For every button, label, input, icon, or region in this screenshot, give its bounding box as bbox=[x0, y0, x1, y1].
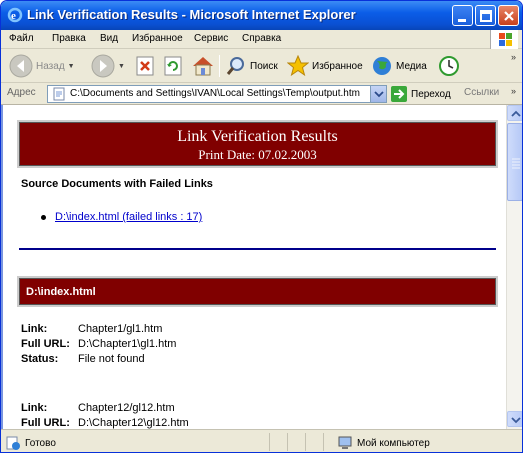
media-label: Медиа bbox=[396, 60, 427, 72]
security-zone: Мой компьютер bbox=[337, 435, 430, 451]
favorites-star-icon bbox=[287, 55, 309, 77]
address-input[interactable]: C:\Documents and Settings\IVAN\Local Set… bbox=[47, 85, 387, 103]
ie-logo-icon: e bbox=[7, 7, 23, 23]
refresh-icon bbox=[164, 56, 182, 76]
entry-value: D:\Chapter12\gl12.htm bbox=[78, 417, 189, 429]
forward-button[interactable]: ▼ bbox=[91, 53, 125, 79]
home-button[interactable] bbox=[191, 53, 215, 79]
entry-value: Chapter1/gl1.htm bbox=[78, 323, 163, 335]
entry-status-row: Status: File not found bbox=[21, 353, 145, 365]
entry-url-row: Full URL: D:\Chapter12\gl12.htm bbox=[21, 417, 189, 429]
media-button[interactable]: Медиа bbox=[371, 53, 427, 79]
page-viewport: Link Verification Results Print Date: 07… bbox=[1, 105, 506, 429]
entry-key: Link: bbox=[21, 323, 48, 335]
forward-arrow-icon bbox=[91, 54, 115, 78]
scroll-up-button[interactable] bbox=[507, 105, 522, 121]
title-bar[interactable]: e Link Verification Results - Microsoft … bbox=[1, 1, 522, 30]
entry-link-row: Link: Chapter1/gl1.htm bbox=[21, 323, 162, 335]
address-value: C:\Documents and Settings\IVAN\Local Set… bbox=[70, 88, 360, 99]
search-icon bbox=[226, 57, 244, 75]
scroll-thumb[interactable] bbox=[507, 123, 522, 201]
refresh-button[interactable] bbox=[162, 53, 184, 79]
history-button[interactable] bbox=[438, 53, 460, 79]
entry-link-row: Link: Chapter12/gl12.htm bbox=[21, 402, 175, 414]
file-banner: D:\index.html bbox=[17, 276, 498, 307]
menu-view[interactable]: Вид bbox=[100, 33, 118, 44]
failed-doc-link[interactable]: D:\index.html (failed links : 17) bbox=[55, 211, 202, 223]
toolbar-chevron-icon[interactable]: » bbox=[511, 52, 516, 62]
back-label: Назад bbox=[36, 60, 65, 72]
go-label: Переход bbox=[411, 88, 451, 100]
forward-dropdown-icon[interactable]: ▼ bbox=[118, 63, 125, 70]
chevron-down-icon bbox=[511, 417, 521, 424]
media-globe-icon bbox=[373, 57, 391, 75]
section-divider bbox=[19, 248, 496, 250]
browser-window: e Link Verification Results - Microsoft … bbox=[0, 0, 523, 453]
entry-value: Chapter12/gl12.htm bbox=[78, 402, 175, 414]
failed-doc-list-item: D:\index.html (failed links : 17) bbox=[41, 211, 202, 223]
back-dropdown-icon[interactable]: ▼ bbox=[68, 63, 75, 70]
section-heading: Source Documents with Failed Links bbox=[21, 178, 213, 190]
links-label[interactable]: Ссылки bbox=[464, 87, 499, 98]
stop-button[interactable] bbox=[134, 53, 156, 79]
address-bar: Адрес C:\Documents and Settings\IVAN\Loc… bbox=[1, 83, 522, 105]
chevron-up-icon bbox=[511, 110, 521, 117]
entry-key: Full URL: bbox=[21, 417, 70, 429]
vertical-scrollbar[interactable] bbox=[506, 105, 522, 429]
my-computer-icon bbox=[338, 436, 352, 449]
entry-value: File not found bbox=[78, 353, 145, 365]
zone-text: Мой компьютер bbox=[357, 437, 430, 449]
standard-toolbar: Назад ▼ ▼ Поиск Избранное Медиа » bbox=[1, 49, 522, 83]
menu-tools[interactable]: Сервис bbox=[194, 33, 228, 44]
print-date: Print Date: 07.02.2003 bbox=[198, 147, 317, 162]
stop-icon bbox=[136, 56, 154, 76]
back-arrow-icon bbox=[9, 54, 33, 78]
entry-key: Status: bbox=[21, 353, 59, 365]
search-button[interactable]: Поиск bbox=[225, 53, 278, 79]
bullet-icon bbox=[41, 214, 46, 220]
go-arrow-icon bbox=[391, 86, 407, 102]
svg-text:e: e bbox=[11, 10, 16, 22]
scroll-down-button[interactable] bbox=[507, 411, 522, 427]
address-dropdown-button[interactable] bbox=[370, 86, 386, 102]
go-button[interactable]: Переход bbox=[391, 85, 451, 103]
page-done-icon bbox=[6, 436, 20, 450]
favorites-button[interactable]: Избранное bbox=[287, 53, 363, 79]
menu-bar: Файл Правка Вид Избранное Сервис Справка bbox=[1, 30, 522, 49]
minimize-icon bbox=[458, 19, 466, 22]
grip-icon bbox=[512, 158, 520, 169]
page-icon bbox=[53, 87, 65, 101]
search-label: Поиск bbox=[250, 60, 278, 72]
entry-value: D:\Chapter1\gl1.htm bbox=[78, 338, 177, 350]
history-clock-icon bbox=[439, 56, 459, 76]
minimize-button[interactable] bbox=[452, 5, 473, 26]
entry-url-row: Full URL: D:\Chapter1\gl1.htm bbox=[21, 338, 176, 350]
menu-favorites[interactable]: Избранное bbox=[132, 33, 183, 44]
status-text: Готово bbox=[25, 437, 56, 449]
status-left: Готово bbox=[5, 435, 56, 451]
windows-logo-icon bbox=[490, 30, 518, 49]
report-header-banner: Link Verification Results Print Date: 07… bbox=[17, 120, 498, 168]
status-bar: Готово Мой компьютер bbox=[1, 429, 522, 452]
close-button[interactable] bbox=[498, 5, 519, 26]
chevron-down-icon bbox=[374, 91, 384, 98]
maximize-button[interactable] bbox=[475, 5, 496, 26]
close-icon bbox=[504, 11, 514, 21]
report-title: Link Verification Results bbox=[177, 128, 338, 145]
maximize-icon bbox=[480, 10, 492, 22]
entry-key: Full URL: bbox=[21, 338, 70, 350]
menu-help[interactable]: Справка bbox=[242, 33, 281, 44]
links-chevron-icon[interactable]: » bbox=[511, 86, 516, 96]
favorites-label: Избранное bbox=[312, 60, 363, 72]
address-label: Адрес bbox=[7, 87, 36, 98]
window-title: Link Verification Results - Microsoft In… bbox=[27, 7, 356, 22]
home-icon bbox=[193, 57, 213, 76]
entry-key: Link: bbox=[21, 402, 48, 414]
back-button[interactable]: Назад ▼ bbox=[9, 53, 75, 79]
menu-edit[interactable]: Правка bbox=[52, 33, 86, 44]
menu-file[interactable]: Файл bbox=[9, 33, 34, 44]
